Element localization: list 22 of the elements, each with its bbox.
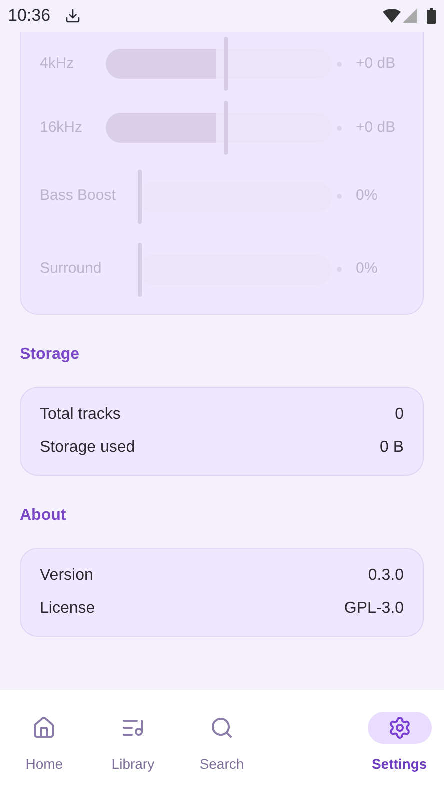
- section-title: About: [20, 506, 68, 526]
- wifi-icon: [383, 9, 401, 23]
- info-value: 0 B: [380, 438, 404, 458]
- nav-tab[interactable]: Settings: [355, 712, 444, 789]
- signal-icon: [403, 9, 417, 23]
- search-icon: [210, 716, 234, 740]
- nav-tab[interactable]: Library: [88, 712, 178, 789]
- info-label: Storage used: [40, 438, 136, 458]
- nav-tab[interactable]: Search: [178, 712, 266, 789]
- battery-icon: [427, 8, 436, 24]
- download-icon: [64, 8, 81, 24]
- home-icon: [32, 716, 56, 740]
- settings-icon: [388, 716, 412, 740]
- info-label: Total tracks: [40, 405, 121, 425]
- status-time: 10:36: [8, 5, 51, 28]
- info-value: 0: [395, 405, 404, 425]
- nav-tab[interactable]: Home: [0, 712, 89, 789]
- info-value: 0.3.0: [368, 566, 404, 586]
- info-label: Version: [40, 566, 94, 586]
- section-title: Storage: [20, 345, 81, 365]
- info-label: License: [40, 599, 96, 619]
- info-value: GPL-3.0: [344, 599, 404, 619]
